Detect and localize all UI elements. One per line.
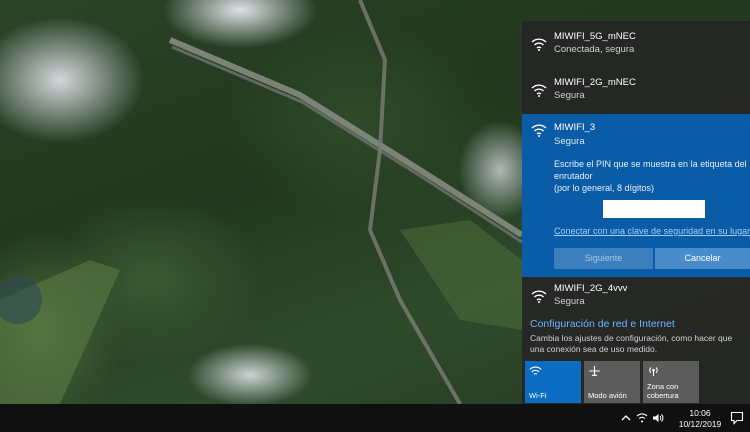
- wifi-icon: [531, 290, 547, 303]
- taskbar-clock[interactable]: 10:06 10/12/2019: [676, 408, 724, 429]
- network-ssid: MIWIFI_2G_4vvv: [554, 283, 628, 294]
- tile-label: Zona con cobertura: [647, 382, 679, 400]
- network-status: Conectada, segura: [554, 44, 635, 55]
- network-flyout: MIWIFI_5G_mNEC Conectada, segura MIWIFI_…: [522, 21, 750, 404]
- network-item[interactable]: MIWIFI_2G_4vvv Segura: [522, 283, 750, 308]
- pin-input[interactable]: [603, 200, 705, 218]
- chevron-up-icon[interactable]: [620, 412, 632, 424]
- mobile-hotspot-tile[interactable]: Zona con cobertura: [643, 361, 699, 403]
- network-item[interactable]: MIWIFI_5G_mNEC Conectada, segura: [522, 31, 750, 56]
- network-status: Segura: [554, 136, 585, 147]
- volume-icon[interactable]: [652, 412, 664, 424]
- wifi-icon: [529, 366, 542, 375]
- next-button[interactable]: Siguiente: [554, 248, 653, 269]
- clock-date: 10/12/2019: [678, 418, 722, 429]
- wifi-icon: [531, 84, 547, 97]
- network-settings-description: Cambia los ajustes de configuración, com…: [530, 333, 733, 354]
- hotspot-icon: [649, 367, 658, 377]
- network-ssid: MIWIFI_3: [554, 122, 596, 133]
- network-ssid: MIWIFI_2G_mNEC: [554, 77, 636, 88]
- pin-instructions-line: Escribe el PIN que se muestra en la etiq…: [554, 159, 747, 169]
- pin-instructions-line: enrutador: [554, 171, 593, 181]
- pin-instructions: Escribe el PIN que se muestra en la etiq…: [554, 158, 750, 194]
- network-ssid: MIWIFI_5G_mNEC: [554, 31, 636, 42]
- wifi-icon: [531, 124, 547, 137]
- wifi-icon: [531, 38, 547, 51]
- cancel-button[interactable]: Cancelar: [655, 248, 750, 269]
- security-key-link[interactable]: Conectar con una clave de seguridad en s…: [554, 226, 750, 236]
- wifi-toggle-tile[interactable]: Wi-Fi: [525, 361, 581, 403]
- network-status: Segura: [554, 296, 585, 307]
- action-center-icon[interactable]: [730, 411, 744, 425]
- clock-time: 10:06: [689, 408, 711, 418]
- network-item[interactable]: MIWIFI_2G_mNEC Segura: [522, 77, 750, 102]
- network-status: Segura: [554, 90, 585, 101]
- pin-instructions-line: (por lo general, 8 dígitos): [554, 183, 655, 193]
- tile-label: Wi-Fi: [529, 391, 547, 400]
- tile-label: Modo avión: [588, 391, 627, 400]
- airplane-mode-tile[interactable]: Modo avión: [584, 361, 640, 403]
- network-settings-link[interactable]: Configuración de red e Internet: [530, 318, 675, 330]
- taskbar: 10:06 10/12/2019: [0, 404, 750, 432]
- network-icon[interactable]: [636, 412, 648, 424]
- airplane-icon: [589, 365, 600, 377]
- network-item-selected[interactable]: MIWIFI_3 Segura Escribe el PIN que se mu…: [522, 114, 750, 277]
